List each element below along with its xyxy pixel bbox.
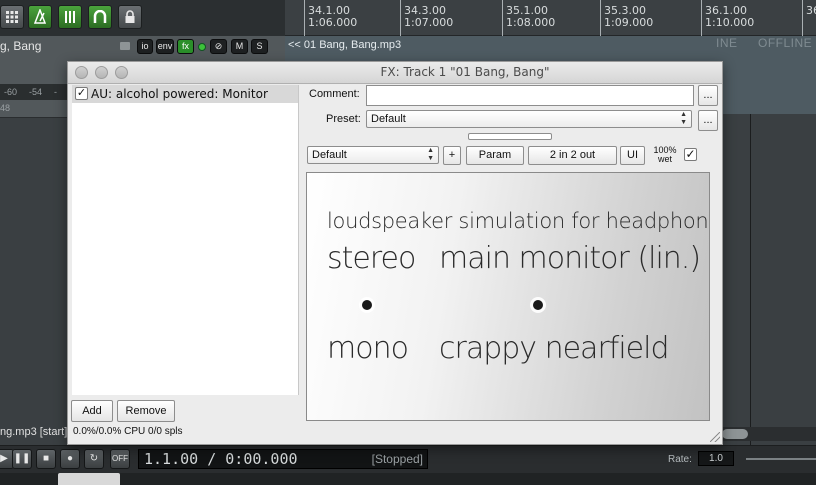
lock-icon[interactable] [118, 5, 142, 29]
grid-icon[interactable] [0, 5, 24, 29]
play-state: [Stopped] [371, 452, 423, 466]
offline-label: OFFLINE [758, 36, 813, 50]
time-readout: 1.1.00 / 0:00.000 [144, 450, 298, 468]
pause-icon[interactable]: ❚❚ [12, 449, 32, 469]
fx-chain-list[interactable]: ✓ AU: alcohol powered: Monitor [72, 85, 299, 395]
time-display: 1.1.00 / 0:00.000 [Stopped] [138, 449, 428, 469]
comment-field[interactable] [366, 85, 694, 106]
option-mono[interactable]: mono [327, 331, 409, 366]
bypass-checkbox[interactable]: ✓ [684, 148, 697, 161]
resize-grip-icon[interactable] [710, 432, 720, 442]
ui-button[interactable]: UI [620, 146, 645, 165]
ruler-mark: 35.3.00 1:09.000 [600, 0, 653, 36]
fx-active-indicator [198, 43, 206, 51]
edit-cursor [750, 114, 751, 450]
horizontal-scrollbar[interactable] [722, 427, 816, 441]
meter-tick: -54 [29, 87, 43, 97]
timeline-ruler[interactable]: 34.1.00 1:06.000 34.3.00 1:07.000 35.1.00 1… [285, 0, 816, 36]
ruler-mark: 35.1.00 1:08.000 [502, 0, 555, 36]
ruler-mark: 36.1.00 1:10.000 [701, 0, 754, 36]
ruler-mark: 36 [802, 0, 816, 36]
progress-bar [468, 133, 552, 140]
fx-window: FX: Track 1 "01 Bang, Bang" ✓ AU: alcoho… [67, 61, 723, 445]
fx-chain-item-label: AU: alcohol powered: Monitor [91, 87, 268, 101]
option-stereo[interactable]: stereo [327, 241, 416, 276]
add-preset-button[interactable]: + [443, 146, 461, 165]
folder-icon[interactable] [120, 42, 130, 50]
scrollbar-thumb[interactable] [722, 429, 748, 439]
plugin-heading: loudspeaker simulation for headphones [327, 209, 710, 233]
ruler-mark: 34.1.00 1:06.000 [304, 0, 357, 36]
preset-more-button[interactable]: ... [698, 110, 718, 131]
cpu-usage: 0.0%/0.0% CPU 0/0 spls [73, 426, 183, 437]
solo-button[interactable]: S [251, 39, 268, 54]
stereo-mono-selector[interactable] [362, 300, 372, 310]
speaker-selector[interactable] [533, 300, 543, 310]
comment-label: Comment: [309, 88, 360, 100]
bottom-strip [0, 473, 816, 485]
ruler-mark: 34.3.00 1:07.000 [400, 0, 453, 36]
add-button[interactable]: Add [71, 400, 113, 422]
track-status: ng.mp3 [start] [0, 426, 68, 438]
preset-select-value: Default [371, 113, 406, 125]
mute-button[interactable]: M [231, 39, 248, 54]
window-title: FX: Track 1 "01 Bang, Bang" [380, 65, 550, 79]
record-button[interactable]: ● [60, 449, 80, 469]
param-button[interactable]: Param [466, 146, 524, 165]
main-toolbar [0, 0, 285, 36]
loop-icon[interactable]: ↻ [84, 449, 104, 469]
title-bar[interactable]: FX: Track 1 "01 Bang, Bang" [68, 62, 722, 84]
select-arrows-icon: ▲ ▼ [427, 147, 434, 162]
media-item-label: << 01 Bang, Bang.mp3 [288, 39, 402, 51]
env-button[interactable]: env [156, 39, 174, 54]
preset2-select-value: Default [312, 149, 347, 161]
docker-tab[interactable] [58, 473, 120, 485]
preset-select[interactable]: Default ▲ ▼ [366, 110, 692, 128]
fx-button[interactable]: fx [177, 39, 194, 54]
transport-bar: ▶ ❚❚ ■ ● ↻ OFF 1.1.00 / 0:00.000 [Stoppe… [0, 445, 816, 473]
io-routing-button[interactable]: 2 in 2 out [528, 146, 617, 165]
offline-label: INE [716, 36, 738, 50]
io-button[interactable]: io [137, 39, 153, 54]
track-meter: -60 -54 -48 [0, 84, 68, 113]
comment-more-button[interactable]: ... [698, 85, 718, 106]
preset-label: Preset: [326, 113, 361, 125]
fx-enable-checkbox[interactable]: ✓ [75, 87, 88, 100]
rate-slider[interactable] [746, 458, 816, 460]
mixer-icon[interactable] [58, 5, 82, 29]
select-arrows-icon: ▲ ▼ [680, 111, 687, 126]
auto-off-button[interactable]: OFF [110, 449, 130, 469]
option-main-monitor[interactable]: main monitor (lin.) [439, 241, 701, 276]
wet-text: wet [657, 154, 672, 164]
remove-button[interactable]: Remove [117, 400, 175, 422]
meter-tick: -60 [4, 87, 18, 97]
plugin-ui[interactable]: loudspeaker simulation for headphones st… [306, 172, 710, 421]
fx-chain-item[interactable]: ✓ AU: alcohol powered: Monitor [72, 85, 298, 103]
wet-label[interactable]: 100% wet [650, 146, 680, 164]
preset2-select[interactable]: Default ▲ ▼ [307, 146, 439, 164]
track-name[interactable]: g, Bang [0, 39, 41, 53]
metronome-icon[interactable] [28, 5, 52, 29]
stop-icon[interactable]: ■ [36, 449, 56, 469]
rate-value[interactable]: 1.0 [698, 451, 734, 466]
option-crappy-nearfield[interactable]: crappy nearfield [439, 331, 670, 366]
rate-label: Rate: [668, 454, 692, 465]
phase-button[interactable]: ⊘ [210, 39, 227, 54]
snap-icon[interactable] [88, 5, 112, 29]
